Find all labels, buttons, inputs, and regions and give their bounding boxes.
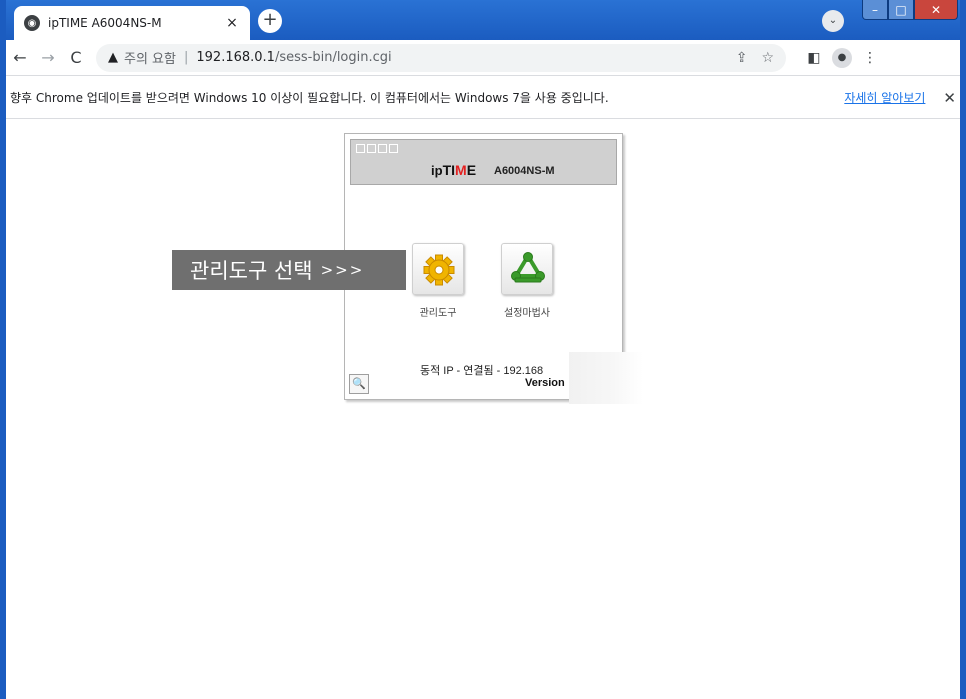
- connection-status: 동적 IP - 연결됨 - 192.168: [420, 365, 544, 377]
- blurred-region: [569, 352, 643, 404]
- window-frame-right: [960, 0, 966, 699]
- callout-arrows: >>>: [320, 261, 365, 279]
- bookmark-star-icon[interactable]: ☆: [761, 50, 774, 66]
- gear-icon: [423, 254, 455, 286]
- profile-avatar[interactable]: ●: [832, 47, 852, 68]
- logo-dots: [356, 144, 398, 153]
- admin-select-callout: 관리도구 선택 >>>: [172, 250, 406, 290]
- tab-close-button[interactable]: ×: [224, 15, 240, 31]
- callout-text: 관리도구 선택: [190, 259, 313, 283]
- setup-wizard-button[interactable]: [501, 243, 553, 295]
- setup-wizard-label[interactable]: 설정마법사: [487, 304, 567, 319]
- magnifier-icon: 🔍: [352, 377, 366, 390]
- tab-search-button[interactable]: ⌄: [822, 10, 844, 32]
- tab-title: ipTIME A6004NS-M: [48, 16, 162, 30]
- wizard-icon: [511, 252, 545, 283]
- iptime-logo: ipTIME: [431, 162, 477, 178]
- browser-tab[interactable]: ◉ ipTIME A6004NS-M ×: [14, 6, 250, 40]
- infobar-message: 향후 Chrome 업데이트를 받으려면 Windows 10 이상이 필요합니…: [10, 91, 609, 105]
- security-warning-text[interactable]: 주의 요함: [124, 48, 176, 67]
- new-tab-button[interactable]: +: [258, 9, 282, 33]
- zoom-button[interactable]: 🔍: [349, 374, 369, 394]
- browser-toolbar: ← → C ▲ 주의 요함 | 192.168.0.1 /sess-bin/lo…: [6, 40, 960, 76]
- admin-tool-label[interactable]: 관리도구: [398, 304, 478, 319]
- minimize-button[interactable]: –: [862, 0, 888, 20]
- admin-tool-button[interactable]: [412, 243, 464, 295]
- url-path: /sess-bin/login.cgi: [274, 50, 392, 65]
- side-panel-icon[interactable]: ◧: [800, 50, 828, 66]
- back-button[interactable]: ←: [6, 48, 34, 67]
- close-window-button[interactable]: ✕: [914, 0, 958, 20]
- learn-more-link[interactable]: 자세히 알아보기: [844, 89, 925, 106]
- maximize-button[interactable]: □: [888, 0, 914, 20]
- address-separator: |: [183, 50, 189, 65]
- warning-icon[interactable]: ▲: [108, 50, 118, 65]
- menu-icon[interactable]: ⋮: [856, 50, 884, 66]
- window-controls: – □ ✕: [862, 0, 958, 20]
- model-name: A6004NS-M: [494, 165, 555, 177]
- update-infobar: 향후 Chrome 업데이트를 받으려면 Windows 10 이상이 필요합니…: [6, 77, 960, 119]
- address-bar[interactable]: ▲ 주의 요함 | 192.168.0.1 /sess-bin/login.cg…: [96, 43, 786, 72]
- firmware-version: Version: [525, 377, 565, 389]
- url-host: 192.168.0.1: [196, 50, 275, 65]
- router-header: ipTIME A6004NS-M: [350, 139, 617, 185]
- reload-button[interactable]: C: [62, 48, 90, 67]
- share-icon[interactable]: ⇪: [736, 50, 748, 66]
- infobar-close-button[interactable]: ✕: [943, 89, 956, 107]
- forward-button[interactable]: →: [34, 48, 62, 67]
- globe-icon: ◉: [24, 15, 40, 31]
